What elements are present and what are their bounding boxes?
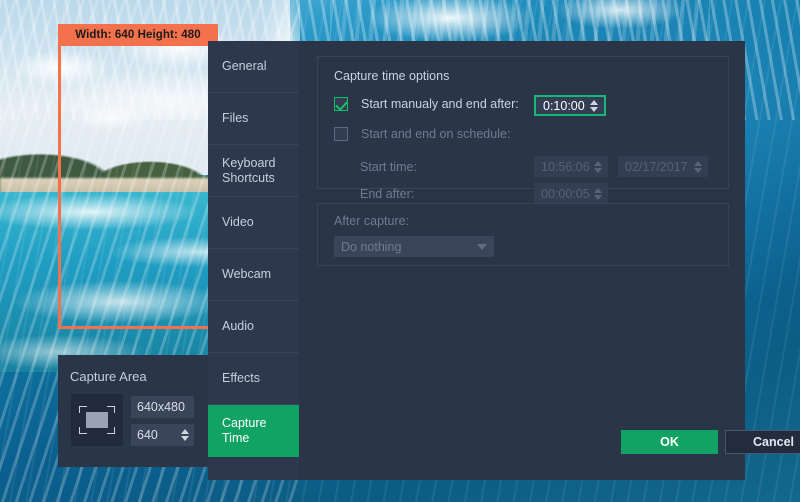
start-time-field[interactable]: 10:56:06: [534, 156, 608, 177]
spinner-down-icon[interactable]: [694, 168, 702, 173]
bracket-top-left: [79, 406, 87, 413]
tab-general-label: General: [222, 59, 266, 75]
tab-video-label: Video: [222, 215, 254, 231]
tab-video[interactable]: Video: [208, 197, 299, 249]
capture-preset-field[interactable]: 640x480: [131, 396, 194, 418]
manual-duration-field[interactable]: 0:10:00: [534, 95, 606, 116]
spinner-up-icon[interactable]: [590, 100, 598, 105]
tab-audio[interactable]: Audio: [208, 301, 299, 353]
tab-general[interactable]: General: [208, 41, 299, 93]
start-date-field[interactable]: 02/17/2017: [618, 156, 708, 177]
ok-button-label: OK: [660, 435, 679, 449]
start-manually-label: Start manualy and end after:: [361, 97, 519, 111]
capture-frame-icon[interactable]: [71, 394, 123, 446]
start-on-schedule-checkbox[interactable]: [334, 127, 348, 141]
tab-webcam-label: Webcam: [222, 267, 271, 283]
selection-size-badge: Width: 640 Height: 480: [58, 24, 218, 46]
spinner-up-icon[interactable]: [594, 161, 602, 166]
capture-preset-value: 640x480: [137, 400, 185, 414]
capture-frame-icon-fill: [86, 412, 108, 428]
end-after-value: 00:00:05: [541, 187, 590, 201]
tab-keyboard-shortcuts[interactable]: Keyboard Shortcuts: [208, 145, 299, 197]
tab-files[interactable]: Files: [208, 93, 299, 145]
capture-width-spinner[interactable]: [181, 429, 189, 441]
capture-area-panel: Capture Area 640x480 640: [58, 355, 210, 467]
manual-duration-spinner[interactable]: [590, 100, 598, 112]
start-date-spinner[interactable]: [694, 161, 702, 173]
manual-duration-value: 0:10:00: [543, 99, 585, 113]
bracket-top-right: [107, 406, 115, 413]
start-time-spinner[interactable]: [594, 161, 602, 173]
spinner-down-icon[interactable]: [594, 195, 602, 200]
capture-area-title: Capture Area: [70, 369, 147, 384]
start-manually-checkbox[interactable]: [334, 97, 348, 111]
start-on-schedule-label: Start and end on schedule:: [361, 127, 510, 141]
after-capture-dropdown[interactable]: Do nothing: [334, 236, 494, 257]
tab-capture-time[interactable]: Capture Time: [208, 405, 299, 457]
tab-effects[interactable]: Effects: [208, 353, 299, 405]
spinner-up-icon[interactable]: [694, 161, 702, 166]
capture-time-options-group: Capture time options Start manualy and e…: [317, 56, 729, 189]
after-capture-selected-option: Do nothing: [341, 240, 401, 254]
tab-webcam[interactable]: Webcam: [208, 249, 299, 301]
bracket-bottom-left: [79, 427, 87, 434]
end-after-label: End after:: [360, 187, 414, 201]
manual-capture-row[interactable]: Start manualy and end after:: [334, 97, 519, 111]
start-time-value: 10:56:06: [541, 160, 590, 174]
spinner-down-icon[interactable]: [594, 168, 602, 173]
start-date-value: 02/17/2017: [625, 160, 688, 174]
start-time-label: Start time:: [360, 160, 417, 174]
cancel-button[interactable]: Cancel: [725, 430, 800, 454]
spinner-up-icon[interactable]: [181, 429, 189, 434]
tab-capture-time-label: Capture Time: [222, 416, 266, 446]
bracket-bottom-right: [107, 427, 115, 434]
tab-files-label: Files: [222, 111, 248, 127]
tab-keyboard-shortcuts-label: Keyboard Shortcuts: [222, 156, 276, 186]
chevron-down-icon[interactable]: [477, 244, 487, 250]
ok-button[interactable]: OK: [621, 430, 718, 454]
tab-effects-label: Effects: [222, 371, 260, 387]
capture-width-value: 640: [137, 428, 158, 442]
settings-content-pane: Capture time options Start manualy and e…: [299, 41, 745, 480]
spinner-down-icon[interactable]: [590, 107, 598, 112]
end-after-spinner[interactable]: [594, 188, 602, 200]
settings-tab-list: General Files Keyboard Shortcuts Video W…: [208, 41, 299, 480]
spinner-up-icon[interactable]: [594, 188, 602, 193]
capture-width-stepper[interactable]: 640: [131, 424, 194, 446]
schedule-capture-row[interactable]: Start and end on schedule:: [334, 127, 510, 141]
capture-time-options-title: Capture time options: [334, 69, 449, 83]
settings-dialog: General Files Keyboard Shortcuts Video W…: [208, 41, 745, 480]
tab-audio-label: Audio: [222, 319, 254, 335]
spinner-down-icon[interactable]: [181, 436, 189, 441]
after-capture-title: After capture:: [334, 214, 409, 228]
end-after-field[interactable]: 00:00:05: [534, 183, 608, 204]
cancel-button-label: Cancel: [753, 435, 794, 449]
after-capture-group: After capture: Do nothing: [317, 203, 729, 266]
